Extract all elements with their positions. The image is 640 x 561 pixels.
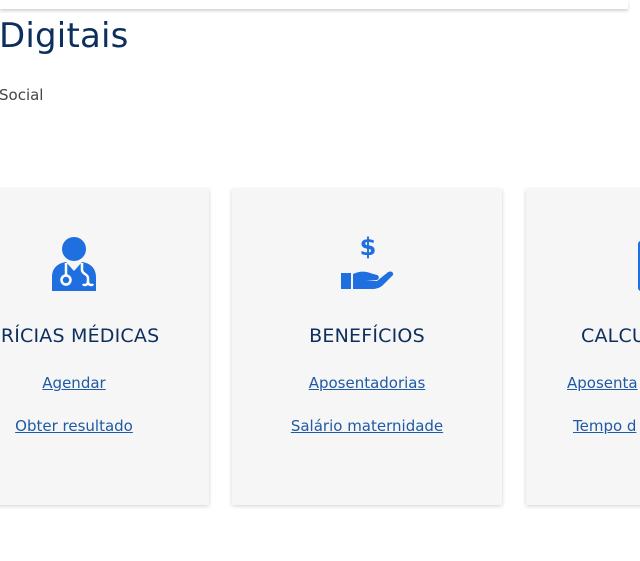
card-title: ERÍCIAS MÉDICAS	[0, 325, 160, 347]
card-title: BENEFÍCIOS	[309, 325, 425, 347]
link-agendar[interactable]: Agendar	[0, 374, 209, 392]
calculator-icon	[638, 241, 640, 291]
card-pericias-medicas: ERÍCIAS MÉDICAS Agendar Obter resultado	[0, 189, 209, 505]
doctor-icon	[52, 237, 96, 291]
top-header-bar	[0, 0, 628, 9]
link-tempo-contribuicao[interactable]: Tempo d	[573, 417, 640, 435]
hand-money-icon: $	[341, 235, 394, 289]
card-calculadoras: CALCU Aposenta Tempo d	[526, 189, 640, 505]
link-aposentadoria-calc[interactable]: Aposenta	[567, 374, 640, 392]
link-obter-resultado[interactable]: Obter resultado	[0, 417, 209, 435]
card-title: CALCU	[581, 325, 640, 347]
card-beneficios: $ BENEFÍCIOS Aposentadorias Salário mate…	[232, 189, 502, 505]
svg-text:$: $	[360, 235, 377, 261]
link-salario-maternidade[interactable]: Salário maternidade	[232, 417, 502, 435]
page-title: Digitais	[0, 16, 129, 56]
link-aposentadorias[interactable]: Aposentadorias	[232, 374, 502, 392]
page: Digitais Social ERÍCIAS MÉDICAS Agendar …	[0, 0, 640, 561]
page-subtitle: Social	[0, 86, 44, 104]
